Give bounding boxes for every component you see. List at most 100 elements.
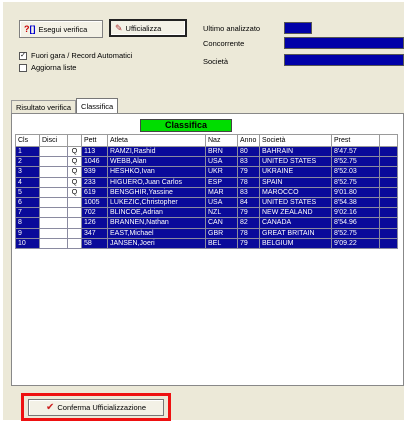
- update-lists-option[interactable]: Aggiorna liste: [19, 63, 76, 72]
- cell-pett: 113: [81, 145, 108, 158]
- verify-button[interactable]: ?[] Esegui verifica: [19, 20, 103, 38]
- col-header-naz[interactable]: Naz: [205, 134, 238, 147]
- cell-prest: 8'52.03: [331, 166, 380, 178]
- cell-anno: 78: [237, 176, 260, 188]
- cell-cls: 10: [15, 237, 40, 249]
- cell-qualified: Q: [67, 186, 82, 198]
- cell-pett: 126: [81, 217, 108, 229]
- cell-qualified: Q: [67, 166, 82, 178]
- cell-anno: 84: [237, 196, 260, 209]
- col-header-filler: [379, 134, 398, 147]
- cell-cls: 3: [15, 166, 40, 178]
- cell-filler: [379, 156, 398, 168]
- col-header-qualified[interactable]: [67, 134, 82, 147]
- cell-prest: 8'54.38: [331, 196, 380, 209]
- cell-qualified: [67, 207, 82, 219]
- tab-ranking[interactable]: Classifica: [76, 98, 119, 114]
- table-row[interactable]: 4 Q 233 HIGUERO,Juan Carlos ESP 78 SPAIN 8'52.7…: [15, 176, 398, 188]
- cell-naz: MAR: [205, 186, 238, 198]
- cell-anno: 78: [237, 227, 260, 239]
- col-header-pett[interactable]: Pett: [81, 134, 108, 147]
- ranking-body: 1 Q 113 RAMZI,Rashid BRN 80 BAHRAIN 8'47.57 2 Q 10…: [15, 145, 398, 249]
- table-row[interactable]: 7 702 BLINCOE,Adrian NZL 79 NEW ZEALAND 9'02.1…: [15, 207, 398, 219]
- cell-disci: [39, 176, 68, 188]
- cell-filler: [379, 145, 398, 158]
- cell-anno: 79: [237, 166, 260, 178]
- cell-societa: UNITED STATES: [259, 156, 332, 168]
- table-row[interactable]: 2 Q 1046 WEBB,Alan USA 83 UNITED STATES 8'52.75: [15, 156, 398, 168]
- last-analyzed-label: Ultimo analizzato: [203, 24, 261, 33]
- ranking-title: Classifica: [140, 119, 232, 132]
- auto-records-option[interactable]: ✓ Fuori gara / Record Automatici: [19, 51, 132, 60]
- col-header-cls[interactable]: Cls: [15, 134, 40, 147]
- ranking-header-row: Cls Disci Pett Atleta Naz Anno Società P…: [15, 134, 398, 147]
- cell-pett: 1005: [81, 196, 108, 209]
- cell-pett: 702: [81, 207, 108, 219]
- cell-naz: BRN: [205, 145, 238, 158]
- cell-qualified: Q: [67, 176, 82, 188]
- table-row[interactable]: 9 347 EAST,Michael GBR 78 GREAT BRITAIN 8'52.7…: [15, 227, 398, 239]
- cell-disci: [39, 196, 68, 209]
- cell-cls: 6: [15, 196, 40, 209]
- cell-prest: 8'52.75: [331, 227, 380, 239]
- cell-filler: [379, 217, 398, 229]
- cell-naz: USA: [205, 156, 238, 168]
- cell-disci: [39, 207, 68, 219]
- cell-prest: 8'54.96: [331, 217, 380, 229]
- cell-cls: 9: [15, 227, 40, 239]
- cell-pett: 939: [81, 166, 108, 178]
- verify-icon: ?[]: [24, 23, 36, 34]
- cell-prest: 9'09.22: [331, 237, 380, 249]
- cell-pett: 233: [81, 176, 108, 188]
- tab-verification-result-label: Risultato verifica: [16, 103, 72, 112]
- society-value: [284, 54, 404, 66]
- col-header-disci[interactable]: Disci: [39, 134, 68, 147]
- table-row[interactable]: 1 Q 113 RAMZI,Rashid BRN 80 BAHRAIN 8'47.57: [15, 145, 398, 158]
- ranking-panel: Classifica Cls Disci Pett Atleta Naz Ann…: [11, 113, 404, 386]
- cell-filler: [379, 166, 398, 178]
- table-row[interactable]: 10 58 JANSEN,Joeri BEL 79 BELGIUM 9'09.22: [15, 237, 398, 249]
- table-row[interactable]: 6 1005 LUKEZIC,Christopher USA 84 UNITED STAT…: [15, 196, 398, 209]
- cell-disci: [39, 237, 68, 249]
- cell-cls: 4: [15, 176, 40, 188]
- cell-anno: 79: [237, 207, 260, 219]
- competitor-value: [284, 37, 404, 49]
- col-header-societa[interactable]: Società: [259, 134, 332, 147]
- cell-anno: 80: [237, 145, 260, 158]
- cell-anno: 79: [237, 237, 260, 249]
- verify-button-label: Esegui verifica: [38, 24, 88, 34]
- col-header-prest[interactable]: Prest: [331, 134, 380, 147]
- update-lists-checkbox[interactable]: [19, 63, 27, 72]
- update-lists-label: Aggiorna liste: [31, 63, 77, 72]
- auto-records-checkbox[interactable]: ✓: [19, 51, 27, 60]
- col-header-atleta[interactable]: Atleta: [107, 134, 206, 147]
- last-analyzed-value: [284, 22, 312, 34]
- top-panel: ?[] Esegui verifica ✎ Ufficializza ✓ Fuo…: [9, 10, 404, 94]
- table-row[interactable]: 5 Q 619 BENSGHIR,Yassine MAR 83 MAROCCO 9'01.80: [15, 186, 398, 198]
- cell-qualified: Q: [67, 145, 82, 158]
- cell-anno: 83: [237, 186, 260, 198]
- cell-filler: [379, 207, 398, 219]
- table-row[interactable]: 8 126 BRANNEN,Nathan CAN 82 CANADA 8'54.96: [15, 217, 398, 229]
- cell-anno: 82: [237, 217, 260, 229]
- cell-naz: GBR: [205, 227, 238, 239]
- cell-qualified: Q: [67, 156, 82, 168]
- confirm-officialization-button[interactable]: ✔ Conferma Ufficializzazione: [28, 399, 164, 416]
- cell-filler: [379, 176, 398, 188]
- confirm-officialization-label: Conferma Ufficializzazione: [57, 403, 147, 412]
- cell-disci: [39, 227, 68, 239]
- cell-qualified: [67, 227, 82, 239]
- cell-filler: [379, 227, 398, 239]
- cell-qualified: [67, 237, 82, 249]
- table-row[interactable]: 3 Q 939 HESHKO,Ivan UKR 79 UKRAINE 8'52.03: [15, 166, 398, 178]
- col-header-anno[interactable]: Anno: [237, 134, 260, 147]
- cell-atleta: BLINCOE,Adrian: [107, 207, 206, 219]
- officialize-button[interactable]: ✎ Ufficializza: [109, 19, 187, 37]
- cell-prest: 9'01.80: [331, 186, 380, 198]
- tab-ranking-label: Classifica: [81, 102, 114, 111]
- tab-verification-result[interactable]: Risultato verifica: [11, 100, 77, 114]
- cell-disci: [39, 217, 68, 229]
- cell-atleta: WEBB,Alan: [107, 156, 206, 168]
- cell-naz: CAN: [205, 217, 238, 229]
- cell-atleta: RAMZI,Rashid: [107, 145, 206, 158]
